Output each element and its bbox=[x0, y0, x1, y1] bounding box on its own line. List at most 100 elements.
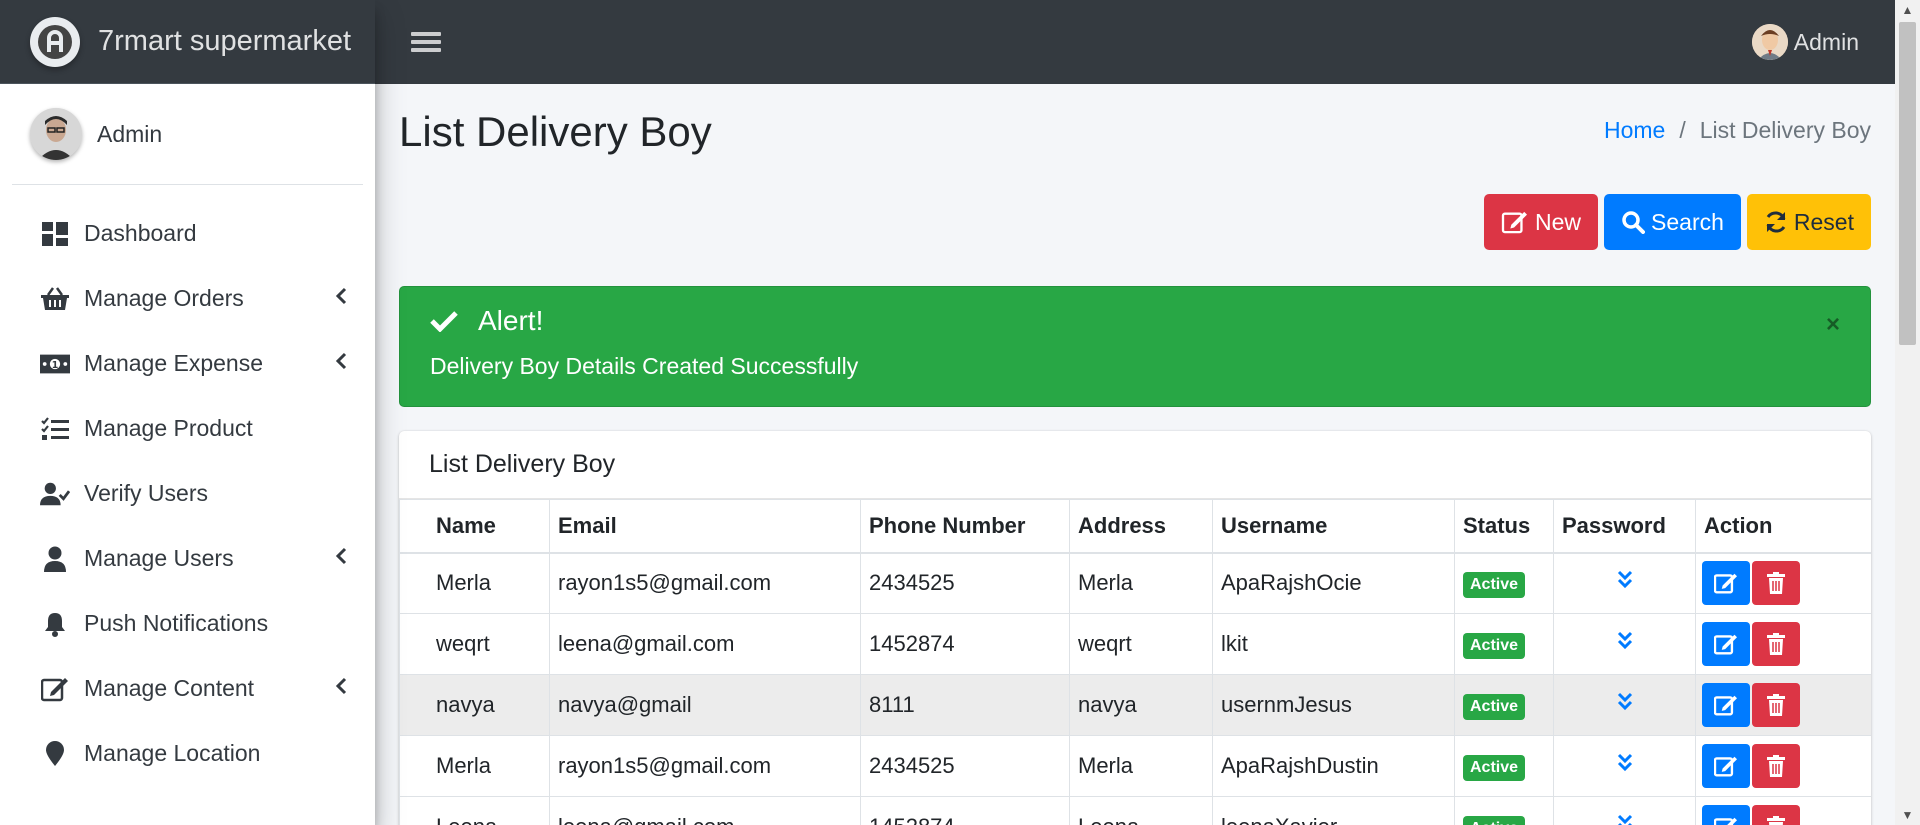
cell-name: Merla bbox=[399, 735, 550, 797]
angle-double-down-icon[interactable] bbox=[1616, 692, 1634, 717]
scroll-up-arrow-icon[interactable]: ▲ bbox=[1895, 0, 1920, 20]
delete-row-button[interactable] bbox=[1752, 805, 1800, 825]
status-badge: Active bbox=[1463, 754, 1526, 781]
edit-icon bbox=[1714, 695, 1737, 716]
trash-icon bbox=[1767, 694, 1785, 716]
edit-row-button[interactable] bbox=[1702, 561, 1750, 606]
scrollbar-thumb[interactable] bbox=[1899, 22, 1916, 345]
chevron-left-icon bbox=[335, 677, 347, 701]
cell-status: Active bbox=[1454, 674, 1554, 736]
delete-row-button[interactable] bbox=[1752, 683, 1800, 727]
angle-double-down-icon[interactable] bbox=[1616, 753, 1634, 778]
scroll-down-arrow-icon[interactable]: ▼ bbox=[1895, 805, 1920, 825]
sidebar-item-manage-expense[interactable]: 1 Manage Expense bbox=[0, 331, 375, 396]
angle-double-down-icon[interactable] bbox=[1616, 570, 1634, 595]
sidebar-item-label: Verify Users bbox=[84, 480, 208, 506]
cell-status: Active bbox=[1454, 552, 1554, 614]
sidebar-item-manage-users[interactable]: Manage Users bbox=[0, 526, 375, 591]
cell-address: navya bbox=[1069, 674, 1213, 736]
cell-action bbox=[1695, 674, 1871, 736]
avatar bbox=[30, 108, 82, 160]
bell-icon bbox=[40, 609, 70, 639]
chevron-left-icon bbox=[335, 352, 347, 376]
user-menu[interactable]: Admin bbox=[1751, 24, 1859, 60]
cell-username: ApaRajshDustin bbox=[1212, 735, 1455, 797]
cell-username: usernmJesus bbox=[1212, 674, 1455, 736]
status-badge: Active bbox=[1463, 693, 1526, 720]
cell-address: Leena bbox=[1069, 796, 1213, 825]
cell-phone: 2434525 bbox=[860, 552, 1070, 614]
money-icon: 1 bbox=[40, 349, 70, 379]
new-button-label: New bbox=[1535, 208, 1582, 235]
sidebar-item-label: Push Notifications bbox=[84, 610, 269, 636]
avatar bbox=[1751, 24, 1788, 60]
alert-title: Alert! bbox=[478, 305, 544, 336]
cell-username: ApaRajshOcie bbox=[1212, 552, 1455, 614]
sidebar-item-push-notifications[interactable]: Push Notifications bbox=[0, 591, 375, 656]
success-alert: Alert! Delivery Boy Details Created Succ… bbox=[399, 286, 1871, 407]
sidebar-item-label: Manage Content bbox=[84, 675, 255, 701]
edit-icon bbox=[1714, 756, 1737, 777]
brand-link[interactable]: 7rmart supermarket bbox=[0, 0, 375, 84]
edit-icon bbox=[1714, 634, 1737, 655]
cell-password bbox=[1553, 613, 1696, 675]
angle-double-down-icon[interactable] bbox=[1616, 814, 1634, 825]
page-title: List Delivery Boy bbox=[399, 108, 712, 155]
trash-icon bbox=[1767, 816, 1785, 825]
sidebar-item-dashboard[interactable]: Dashboard bbox=[0, 201, 375, 266]
sidebar-item-manage-content[interactable]: Manage Content bbox=[0, 656, 375, 721]
angle-double-down-icon[interactable] bbox=[1616, 631, 1634, 656]
edit-row-button[interactable] bbox=[1702, 683, 1750, 727]
status-badge: Active bbox=[1463, 571, 1526, 598]
reset-button-label: Reset bbox=[1793, 208, 1854, 235]
dashboard-icon bbox=[40, 219, 70, 249]
cell-password bbox=[1553, 796, 1696, 825]
status-badge: Active bbox=[1463, 815, 1526, 825]
breadcrumb-home-link[interactable]: Home bbox=[1604, 117, 1665, 144]
sidebar-item-label: Manage Orders bbox=[84, 285, 244, 311]
cell-status: Active bbox=[1454, 613, 1554, 675]
sidebar-item-verify-users[interactable]: Verify Users bbox=[0, 461, 375, 526]
sidebar-item-label: Dashboard bbox=[84, 220, 197, 246]
sidebar-item-manage-location[interactable]: Manage Location bbox=[0, 721, 375, 786]
breadcrumb: Home / List Delivery Boy bbox=[1604, 117, 1871, 144]
breadcrumb-current: List Delivery Boy bbox=[1699, 117, 1871, 143]
new-button[interactable]: New bbox=[1484, 194, 1599, 250]
breadcrumb-separator: / bbox=[1679, 117, 1686, 143]
edit-row-button[interactable] bbox=[1702, 744, 1750, 788]
menu-toggle-icon[interactable] bbox=[411, 28, 441, 56]
logo-icon bbox=[30, 16, 80, 67]
cell-address: weqrt bbox=[1069, 613, 1213, 675]
top-navbar: Admin bbox=[375, 0, 1895, 84]
cell-username: leenaXavier bbox=[1212, 796, 1455, 825]
svg-text:1: 1 bbox=[52, 359, 59, 370]
close-icon[interactable]: × bbox=[1826, 311, 1840, 339]
delete-row-button[interactable] bbox=[1752, 744, 1800, 788]
table-row: Leenaleena@gmail.com1452874LeenaleenaXav… bbox=[399, 796, 1871, 825]
brand-name: 7rmart supermarket bbox=[98, 25, 352, 57]
content-wrapper: List Delivery Boy Home / List Delivery B… bbox=[375, 84, 1895, 825]
delete-row-button[interactable] bbox=[1752, 561, 1800, 606]
search-button-label: Search bbox=[1651, 208, 1724, 235]
sidebar-item-manage-product[interactable]: Manage Product bbox=[0, 396, 375, 461]
refresh-icon bbox=[1766, 211, 1786, 233]
column-header: Username bbox=[1212, 499, 1455, 554]
map-marker-icon bbox=[40, 739, 70, 769]
page-scrollbar[interactable]: ▲ ▼ bbox=[1895, 0, 1920, 825]
search-button[interactable]: Search bbox=[1604, 194, 1741, 250]
cell-email: leena@gmail.com bbox=[549, 796, 861, 825]
edit-row-button[interactable] bbox=[1702, 622, 1750, 666]
sidebar-user-panel[interactable]: Admin bbox=[12, 84, 363, 185]
reset-button[interactable]: Reset bbox=[1746, 194, 1871, 250]
search-icon bbox=[1622, 211, 1646, 234]
cell-email: rayon1s5@gmail.com bbox=[549, 735, 861, 797]
cell-name: Merla bbox=[399, 552, 550, 614]
cell-name: Leena bbox=[399, 796, 550, 825]
cell-phone: 8111 bbox=[860, 674, 1070, 736]
sidebar-item-manage-orders[interactable]: Manage Orders bbox=[0, 266, 375, 331]
edit-icon bbox=[1714, 573, 1737, 594]
edit-row-button[interactable] bbox=[1702, 805, 1750, 825]
cell-password bbox=[1553, 552, 1696, 614]
cell-email: navya@gmail bbox=[549, 674, 861, 736]
delete-row-button[interactable] bbox=[1752, 622, 1800, 666]
